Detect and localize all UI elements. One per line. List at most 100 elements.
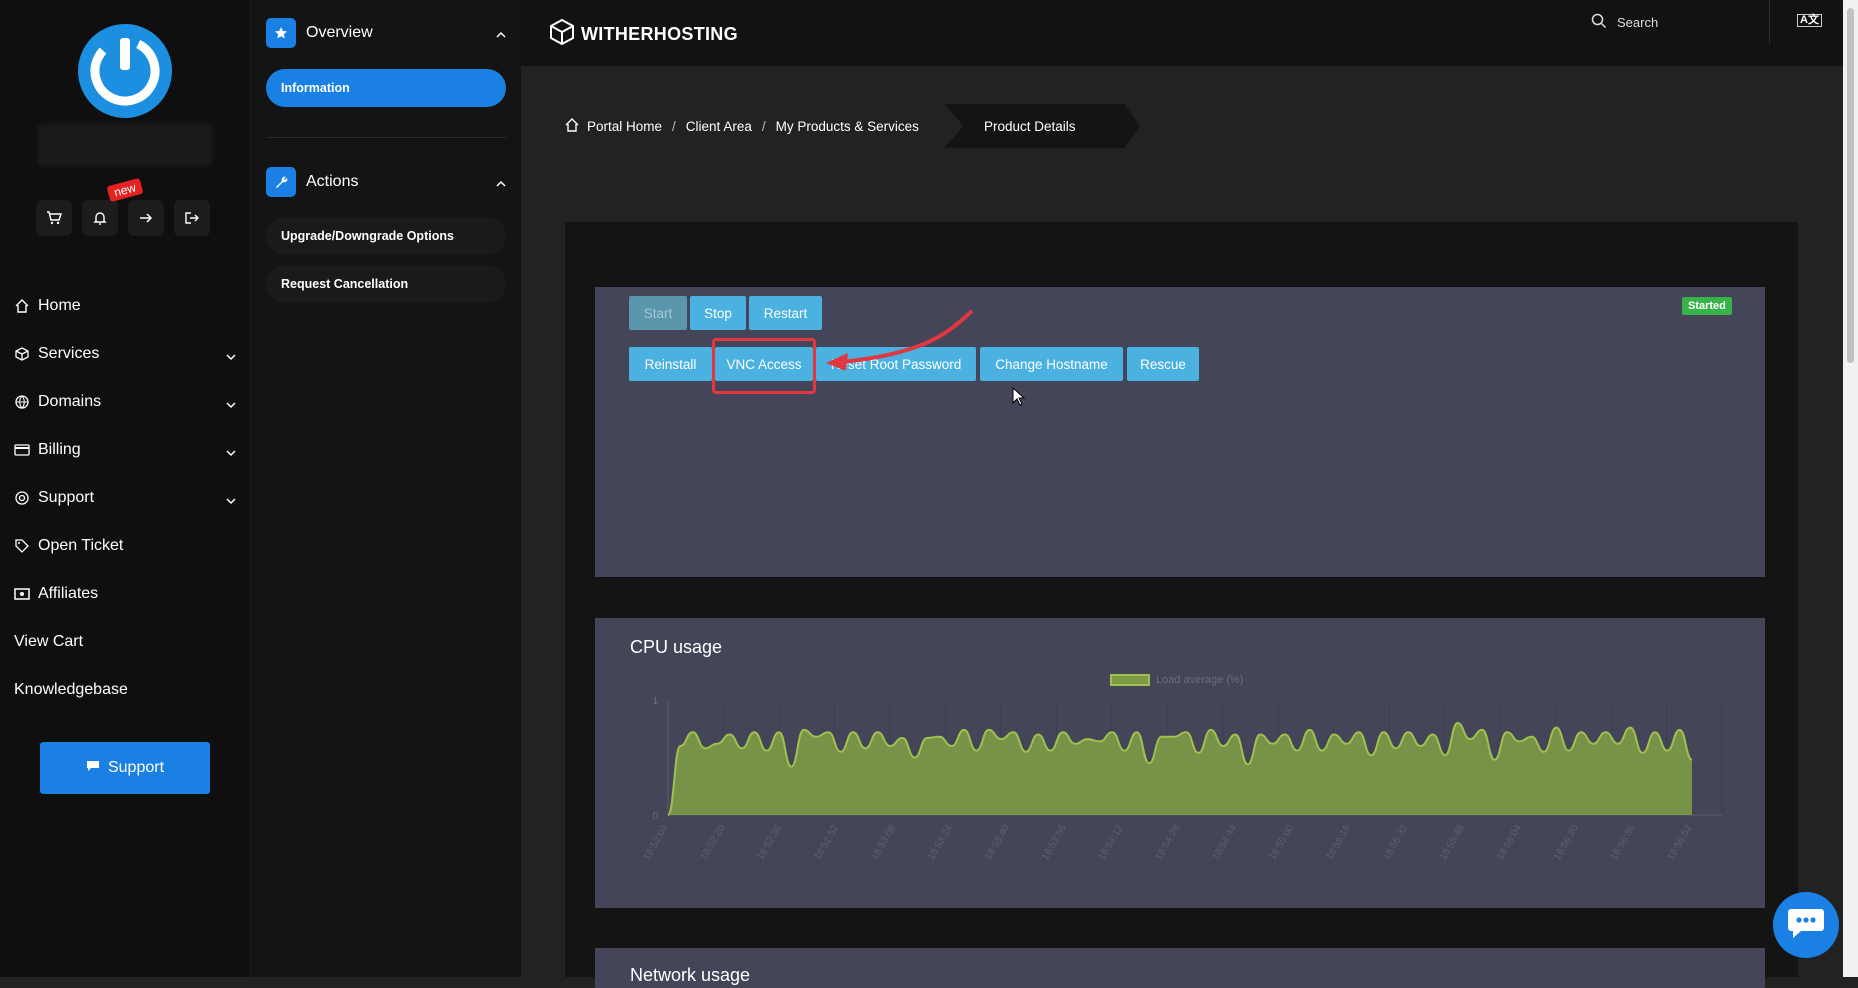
secondary-sidebar: Overview Information Actions Upgrade/Dow… — [250, 0, 521, 977]
rescue-button[interactable]: Rescue — [1127, 347, 1199, 381]
new-badge: new — [106, 177, 144, 203]
power-logo-icon[interactable] — [78, 24, 172, 118]
breadcrumb-product-details: Product Details — [944, 104, 1140, 148]
server-controls-panel — [595, 287, 1765, 577]
x-tick-label: 18:52:20 — [698, 823, 727, 863]
actions-title: Actions — [306, 173, 359, 190]
actions-header[interactable]: Actions — [266, 167, 506, 197]
breadcrumb-separator: / — [672, 118, 676, 134]
brand-name: WITHERHOSTING — [581, 24, 738, 44]
main-sidebar: new Home Services Domains Billing Suppor… — [0, 0, 250, 977]
overview-header[interactable]: Overview — [266, 18, 506, 48]
quick-actions — [36, 200, 210, 236]
chevron-down-icon — [226, 492, 236, 510]
live-chat-button[interactable] — [1773, 892, 1839, 958]
nav-label: View Cart — [14, 633, 84, 650]
nav-open-ticket[interactable]: Open Ticket — [14, 522, 244, 570]
subnav-upgrade-downgrade[interactable]: Upgrade/Downgrade Options — [266, 217, 506, 255]
x-tick-label: 18:53:40 — [983, 823, 1012, 863]
nav-support[interactable]: Support — [14, 474, 244, 522]
x-tick-label: 18:52:52 — [812, 823, 841, 863]
restart-button[interactable]: Restart — [749, 296, 822, 330]
lifebuoy-icon — [14, 490, 30, 506]
reinstall-button[interactable]: Reinstall — [629, 347, 712, 381]
search-icon — [1591, 13, 1617, 32]
nav-knowledgebase[interactable]: Knowledgebase — [14, 666, 244, 714]
subnav-information[interactable]: Information — [266, 69, 506, 107]
nav-label: Billing — [38, 441, 81, 458]
tag-icon — [14, 538, 30, 554]
x-tick-label: 18:56:20 — [1552, 823, 1581, 863]
network-usage-panel — [595, 948, 1765, 988]
search-placeholder: Search — [1617, 15, 1659, 30]
breadcrumb-products-services[interactable]: My Products & Services — [776, 119, 919, 134]
top-bar: WITHERHOSTING Search A文 — [521, 0, 1843, 66]
x-tick-label: 18:54:28 — [1154, 823, 1183, 863]
nav-services[interactable]: Services — [14, 330, 244, 378]
nav-label: Affiliates — [38, 585, 99, 602]
breadcrumb-portal-home[interactable]: Portal Home — [587, 119, 662, 134]
breadcrumb: Portal Home / Client Area / My Products … — [565, 104, 919, 148]
x-tick-label: 18:55:48 — [1438, 823, 1467, 863]
bell-icon[interactable] — [82, 200, 118, 236]
x-tick-label: 18:55:32 — [1381, 823, 1410, 863]
legend-label: Load average (%) — [1156, 674, 1244, 686]
support-button[interactable]: Support — [40, 742, 210, 794]
nav-domains[interactable]: Domains — [14, 378, 244, 426]
search-input[interactable]: Search — [1591, 13, 1658, 32]
nav-label: Open Ticket — [38, 537, 124, 554]
star-icon — [266, 18, 296, 48]
brand-logo[interactable]: WITHERHOSTING — [549, 18, 738, 51]
x-tick-label: 18:52:36 — [755, 823, 784, 863]
chevron-up-icon — [496, 175, 506, 193]
nav-label: Services — [38, 345, 100, 362]
nav-view-cart[interactable]: View Cart — [14, 618, 244, 666]
breadcrumb-client-area[interactable]: Client Area — [686, 119, 752, 134]
chevron-down-icon — [226, 396, 236, 414]
x-tick-label: 18:52:04 — [642, 823, 671, 863]
nav-billing[interactable]: Billing — [14, 426, 244, 474]
divider — [266, 137, 506, 138]
x-tick-label: 18:56:52 — [1666, 823, 1695, 863]
x-tick-label: 18:55:16 — [1324, 823, 1353, 863]
x-tick-label: 18:53:08 — [869, 823, 898, 863]
divider — [1769, 0, 1770, 44]
x-tick-label: 18:56:36 — [1609, 823, 1638, 863]
y-tick-label: 1 — [652, 696, 658, 707]
cpu-usage-chart: 0 1 18:52:04 18:52:20 18:52:36 18:52:52 18:53:… — [642, 696, 1723, 863]
x-tick-label: 18:54:44 — [1210, 823, 1239, 863]
breadcrumb-separator: / — [761, 118, 766, 134]
nav-label: Domains — [38, 393, 102, 410]
x-tick-label: 18:56:04 — [1495, 823, 1524, 863]
home-icon — [565, 117, 579, 135]
arrow-right-icon[interactable] — [128, 200, 164, 236]
wrench-icon — [266, 167, 296, 197]
legend-swatch — [1110, 674, 1150, 686]
scrollbar[interactable] — [1843, 0, 1858, 977]
network-usage-title: Network usage — [630, 965, 751, 985]
x-tick-label: 18:54:12 — [1097, 823, 1126, 863]
cpu-usage-title: CPU usage — [630, 637, 723, 657]
chat-icon — [1787, 907, 1825, 944]
nav-label: Support — [38, 489, 95, 506]
language-icon[interactable]: A文 — [1797, 14, 1822, 27]
sidebar-nav: Home Services Domains Billing Support Op… — [14, 282, 244, 714]
annotation-arrow-icon — [826, 309, 974, 370]
cube-logo-icon — [549, 18, 575, 51]
change-hostname-button[interactable]: Change Hostname — [980, 347, 1123, 381]
subnav-request-cancellation[interactable]: Request Cancellation — [266, 265, 506, 303]
mouse-cursor-icon — [1012, 387, 1026, 406]
nav-home[interactable]: Home — [14, 282, 244, 330]
credit-card-icon — [14, 442, 30, 458]
start-button[interactable]: Start — [629, 296, 687, 330]
chevron-down-icon — [226, 444, 236, 462]
logout-icon[interactable] — [174, 200, 210, 236]
chevron-up-icon — [496, 26, 506, 44]
home-icon — [14, 298, 30, 314]
cart-icon[interactable] — [36, 200, 72, 236]
stop-button[interactable]: Stop — [690, 296, 746, 330]
box-icon — [14, 346, 30, 362]
nav-affiliates[interactable]: Affiliates — [14, 570, 244, 618]
scrollbar-thumb[interactable] — [1847, 8, 1854, 363]
chart-legend: Load average (%) — [1110, 674, 1243, 686]
